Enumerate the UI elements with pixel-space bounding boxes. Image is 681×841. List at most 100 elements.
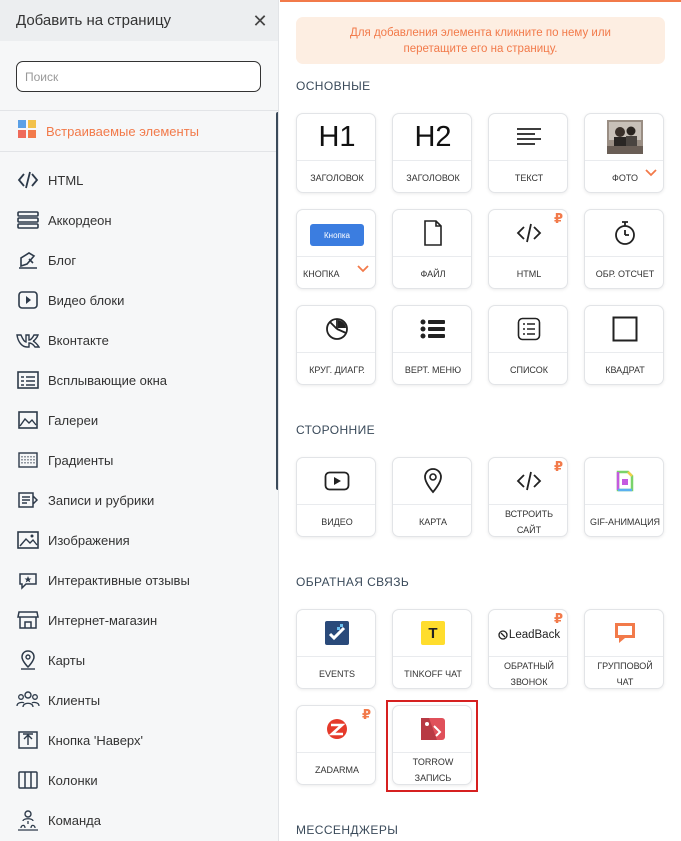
card-button[interactable]: Кнопка КНОПКА — [296, 209, 376, 289]
gallery-icon — [16, 408, 40, 432]
menu-item-video-blocks[interactable]: Видео блоки — [0, 280, 278, 320]
card-label: КВАДРАТ — [605, 364, 645, 375]
menu-item-label: Команда — [48, 812, 101, 828]
card-photo[interactable]: ФОТО — [584, 113, 664, 193]
right-panel: Для добавления элемента кликните по нему… — [280, 0, 681, 841]
card-file[interactable]: ФАЙЛ — [392, 209, 472, 289]
menu-item-vk[interactable]: Вконтакте — [0, 320, 278, 360]
menu-item-maps[interactable]: Карты — [0, 640, 278, 680]
card-video[interactable]: ВИДЕО — [296, 457, 376, 537]
card-label: КНОПКА — [303, 268, 340, 279]
card-label: ФОТО — [612, 172, 638, 183]
card-label: КРУГ. ДИАГР. — [309, 364, 365, 375]
close-icon[interactable]: ✕ — [250, 11, 270, 31]
code-icon — [16, 168, 40, 192]
card-label: ZADARMA — [314, 764, 359, 775]
reviews-icon — [16, 568, 40, 592]
h2-icon: H2 — [414, 120, 452, 153]
menu-item-blog[interactable]: Блог — [0, 240, 278, 280]
chevron-down-icon[interactable] — [645, 169, 657, 177]
menu-item-html[interactable]: HTML — [0, 160, 278, 200]
card-label: HTML — [516, 268, 542, 279]
selection-highlight — [386, 700, 478, 792]
menu-item-images[interactable]: Изображения — [0, 520, 278, 560]
card-vertical-menu[interactable]: ВЕРТ. МЕНЮ — [392, 305, 472, 385]
card-map[interactable]: КАРТА — [392, 457, 472, 537]
blog-icon — [16, 248, 40, 272]
button-preview: Кнопка — [310, 224, 364, 246]
card-tinkoff-chat[interactable]: T TINKOFF ЧАТ — [392, 609, 472, 689]
code-icon — [516, 471, 542, 491]
shop-icon — [16, 608, 40, 632]
puzzle-icon — [16, 118, 38, 145]
card-group-chat[interactable]: ГРУППОВОЙ ЧАТ — [584, 609, 664, 689]
card-zadarma[interactable]: ₽ ZADARMA — [296, 705, 376, 785]
embedded-elements-item[interactable]: Встраиваемые элементы — [0, 111, 278, 152]
card-h2[interactable]: H2 ЗАГОЛОВОК — [392, 113, 472, 193]
card-label: ГРУППОВОЙ ЧАТ — [597, 660, 653, 687]
scrollbar[interactable] — [276, 112, 278, 490]
menu-item-scroll-top[interactable]: Кнопка 'Наверх' — [0, 720, 278, 760]
card-embed-site[interactable]: ₽ ВСТРОИТЬ САЙТ — [488, 457, 568, 537]
menu-item-label: Аккордеон — [48, 212, 112, 228]
photo-thumbnail-icon — [607, 120, 643, 154]
menu-item-accordion[interactable]: Аккордеон — [0, 200, 278, 240]
card-label: ВЕРТ. МЕНЮ — [404, 364, 462, 375]
menu-item-shop[interactable]: Интернет-магазин — [0, 600, 278, 640]
file-icon — [424, 220, 442, 246]
menu-item-label: Изображения — [48, 532, 130, 548]
scroll-top-icon — [16, 728, 40, 752]
events-logo-icon — [325, 621, 349, 645]
section-messengers-title: МЕССЕНДЖЕРЫ — [296, 823, 399, 837]
square-icon — [612, 316, 638, 342]
posts-icon — [16, 488, 40, 512]
list-bullets-icon — [420, 319, 445, 339]
chat-bubble-icon — [615, 623, 635, 643]
map-pin-icon — [424, 468, 442, 494]
card-html[interactable]: ₽ HTML — [488, 209, 568, 289]
menu-item-posts[interactable]: Записи и рубрики — [0, 480, 278, 520]
card-countdown[interactable]: ОБР. ОТСЧЕТ — [584, 209, 664, 289]
card-callback[interactable]: ₽ LeadBack ОБРАТНЫЙ ЗВОНОК — [488, 609, 568, 689]
card-pie-chart[interactable]: КРУГ. ДИАГР. — [296, 305, 376, 385]
card-label: ВИДЕО — [321, 516, 353, 527]
tinkoff-logo-icon: T — [421, 621, 445, 645]
menu-item-popups[interactable]: Всплывающие окна — [0, 360, 278, 400]
team-icon — [16, 808, 40, 832]
section-feedback-title: ОБРАТНАЯ СВЯЗЬ — [296, 575, 410, 589]
card-list[interactable]: СПИСОК — [488, 305, 568, 385]
video-icon — [324, 471, 350, 491]
menu-item-label: Галереи — [48, 412, 99, 428]
section-third-party-title: СТОРОННИЕ — [296, 423, 376, 437]
card-label: КАРТА — [418, 516, 448, 527]
popup-icon — [16, 368, 40, 392]
menu-item-label: Градиенты — [48, 452, 114, 468]
card-label: ЗАГОЛОВОК — [310, 172, 364, 183]
zadarma-logo-icon — [327, 719, 347, 739]
menu-item-clients[interactable]: Клиенты — [0, 680, 278, 720]
card-label: EVENTS — [318, 668, 355, 679]
menu-item-label: Кнопка 'Наверх' — [48, 732, 143, 748]
text-lines-icon — [517, 128, 541, 145]
menu-item-interactive-reviews[interactable]: Интерактивные отзывы — [0, 560, 278, 600]
menu-item-columns[interactable]: Колонки — [0, 760, 278, 800]
accent-line — [280, 0, 681, 2]
image-icon — [16, 528, 40, 552]
card-gif[interactable]: GIF-АНИМАЦИЯ — [584, 457, 664, 537]
menu-item-galleries[interactable]: Галереи — [0, 400, 278, 440]
card-h1[interactable]: H1 ЗАГОЛОВОК — [296, 113, 376, 193]
menu-item-team[interactable]: Команда — [0, 800, 278, 840]
chevron-down-icon[interactable] — [357, 265, 369, 273]
panel-title: Добавить на страницу — [16, 12, 172, 29]
card-square[interactable]: КВАДРАТ — [584, 305, 664, 385]
card-label: ОБРАТНЫЙ ЗВОНОК — [503, 660, 555, 687]
card-events[interactable]: EVENTS — [296, 609, 376, 689]
card-text[interactable]: ТЕКСТ — [488, 113, 568, 193]
menu-item-gradients[interactable]: Градиенты — [0, 440, 278, 480]
embedded-elements-label: Встраиваемые элементы — [46, 123, 199, 139]
leadback-logo-text: LeadBack — [508, 629, 561, 641]
code-icon — [516, 223, 542, 243]
gradient-icon — [16, 448, 40, 472]
search-input[interactable] — [16, 61, 261, 92]
menu-item-label: Колонки — [48, 772, 98, 788]
